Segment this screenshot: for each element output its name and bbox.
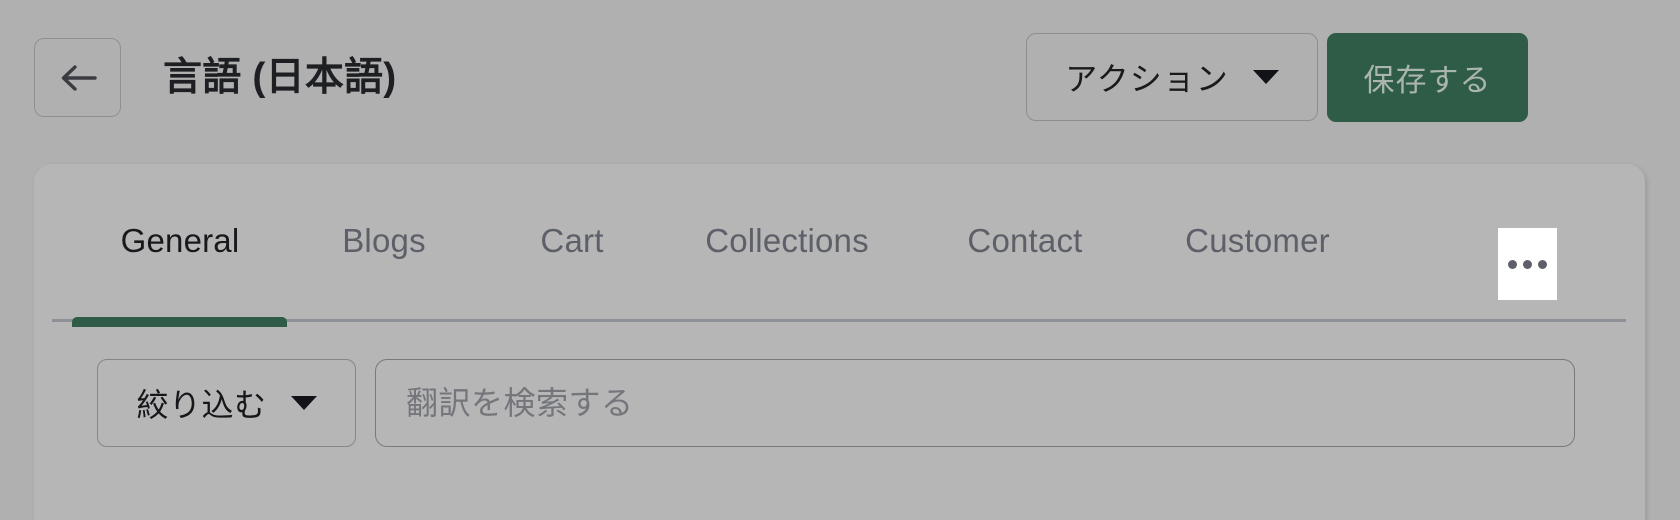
tab-contact[interactable]: Contact xyxy=(955,218,1095,264)
filter-dropdown-button[interactable]: 絞り込む xyxy=(97,359,356,447)
tab-cart[interactable]: Cart xyxy=(532,218,612,264)
arrow-left-icon xyxy=(59,63,97,93)
save-button-label: 保存する xyxy=(1363,63,1492,98)
search-input[interactable] xyxy=(406,384,1544,422)
chevron-down-icon xyxy=(290,396,317,410)
translations-card: General Blogs Cart Collections Contact C… xyxy=(34,164,1645,520)
filter-button-label: 絞り込む xyxy=(136,387,267,423)
tab-label: Collections xyxy=(705,222,869,259)
tab-overflow-button[interactable] xyxy=(1498,228,1557,300)
ellipsis-horizontal-icon xyxy=(1538,259,1547,269)
ellipsis-horizontal-icon xyxy=(1508,259,1517,269)
ellipsis-horizontal-icon xyxy=(1523,259,1532,269)
tab-label: Blogs xyxy=(342,222,426,259)
search-field[interactable] xyxy=(375,359,1575,447)
filter-toolbar: 絞り込む xyxy=(34,359,1645,459)
tab-label: Contact xyxy=(967,222,1083,259)
tab-customer[interactable]: Customer xyxy=(1175,218,1340,264)
tab-label: General xyxy=(120,222,240,259)
page-title: 言語 (日本語) xyxy=(163,56,397,99)
tab-blogs[interactable]: Blogs xyxy=(329,218,439,264)
language-settings-page: 言語 (日本語) アクション 保存する General Blogs Cart C… xyxy=(0,0,1680,520)
actions-dropdown-button[interactable]: アクション xyxy=(1026,33,1318,121)
page-header: 言語 (日本語) アクション 保存する xyxy=(0,0,1680,156)
tab-bar: General Blogs Cart Collections Contact C… xyxy=(34,164,1645,327)
back-button[interactable] xyxy=(34,38,121,117)
save-button[interactable]: 保存する xyxy=(1327,33,1528,122)
tab-collections[interactable]: Collections xyxy=(687,218,887,264)
chevron-down-icon xyxy=(1252,70,1279,84)
tab-divider xyxy=(52,319,1626,322)
tab-label: Customer xyxy=(1185,222,1330,259)
tab-general[interactable]: General xyxy=(106,218,254,264)
actions-button-label: アクション xyxy=(1065,61,1229,97)
tab-label: Cart xyxy=(540,222,604,259)
active-tab-indicator xyxy=(72,317,287,327)
